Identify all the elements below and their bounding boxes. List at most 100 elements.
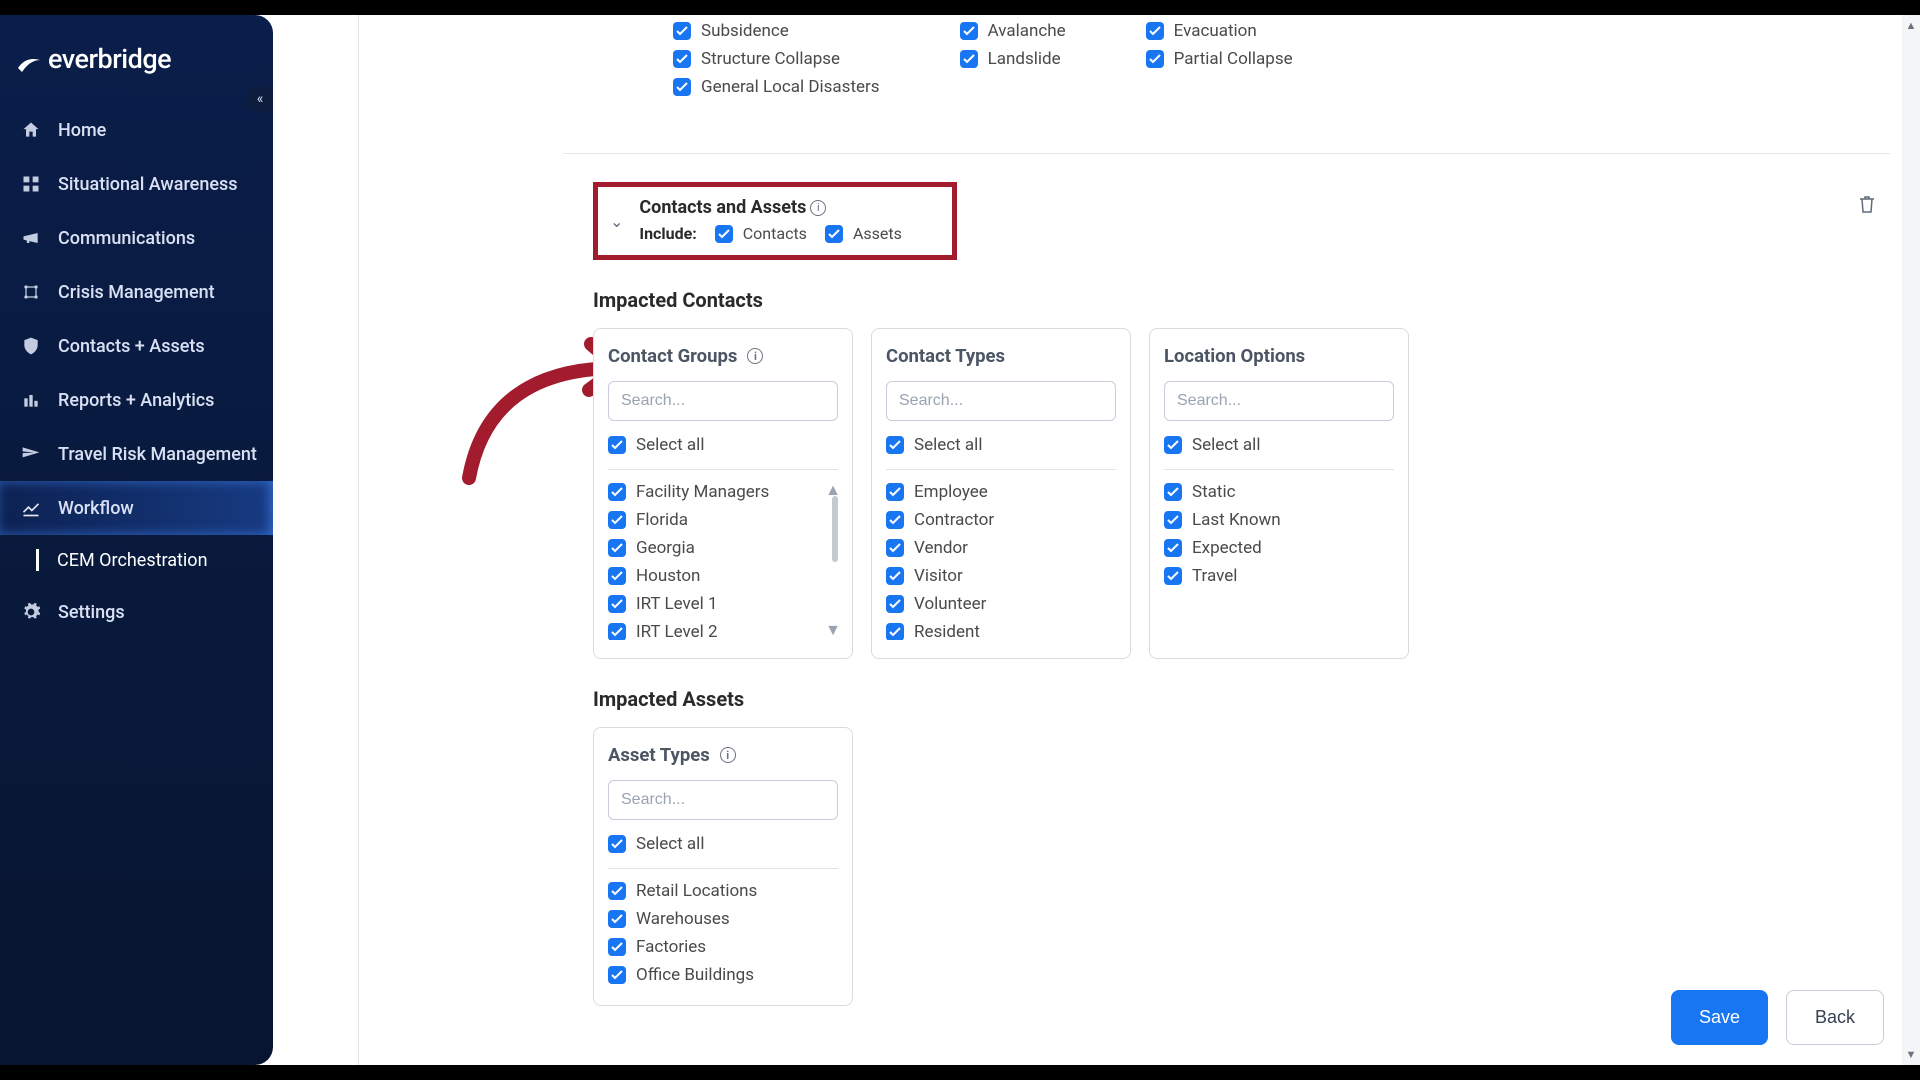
asset-types-search[interactable] bbox=[608, 780, 838, 820]
checkbox-icon bbox=[886, 436, 904, 454]
checkbox-row[interactable]: Avalanche bbox=[960, 19, 1066, 43]
checkbox-row[interactable]: General Local Disasters bbox=[673, 75, 880, 99]
sidebar-item-situational[interactable]: Situational Awareness bbox=[0, 157, 273, 211]
sidebar-item-label: Communications bbox=[58, 228, 195, 249]
info-icon[interactable]: i bbox=[810, 200, 826, 216]
checkbox-row[interactable]: Office Buildings bbox=[608, 963, 838, 987]
contact-groups-search[interactable] bbox=[608, 381, 838, 421]
checkbox-label: Expected bbox=[1192, 538, 1262, 558]
checkbox-icon bbox=[608, 910, 626, 928]
checkbox-label: Evacuation bbox=[1174, 21, 1257, 41]
checkbox-row[interactable]: Volunteer bbox=[886, 592, 1116, 616]
select-all-label: Select all bbox=[636, 435, 704, 455]
select-all-row[interactable]: Select all bbox=[886, 435, 1116, 470]
panel-title: Asset Types bbox=[608, 744, 710, 766]
dashboard-icon bbox=[20, 173, 42, 195]
select-all-row[interactable]: Select all bbox=[608, 834, 838, 869]
include-contacts-checkbox[interactable]: Contacts bbox=[715, 222, 807, 245]
checkbox-label: Static bbox=[1192, 482, 1236, 502]
checkbox-row[interactable]: Resident bbox=[886, 620, 1116, 640]
checkbox-row[interactable]: Contractor bbox=[886, 508, 1116, 532]
checkbox-row[interactable]: Partial Collapse bbox=[1146, 47, 1293, 71]
select-all-row[interactable]: Select all bbox=[608, 435, 838, 470]
checkbox-row[interactable]: Georgia bbox=[608, 536, 818, 560]
checkbox-label: Volunteer bbox=[914, 594, 986, 614]
contacts-assets-section-header[interactable]: ⌄ Contacts and Assets i Include: Contact… bbox=[593, 182, 957, 260]
checkbox-label: Houston bbox=[636, 566, 700, 586]
checkbox-row[interactable]: Visitor bbox=[886, 564, 1116, 588]
collapse-sidebar-button[interactable]: « bbox=[246, 85, 274, 113]
sidebar-item-crisis[interactable]: Crisis Management bbox=[0, 265, 273, 319]
checkbox-icon bbox=[1146, 22, 1164, 40]
checkbox-row[interactable]: IRT Level 1 bbox=[608, 592, 818, 616]
delete-section-button[interactable] bbox=[1858, 194, 1876, 218]
scroll-up-icon: ▲ bbox=[1902, 19, 1920, 32]
info-icon[interactable]: i bbox=[720, 747, 736, 763]
checkbox-row[interactable]: Static bbox=[1164, 480, 1394, 504]
checkbox-icon bbox=[886, 483, 904, 501]
contact-types-search[interactable] bbox=[886, 381, 1116, 421]
include-assets-checkbox[interactable]: Assets bbox=[825, 222, 902, 245]
checkbox-label: Contractor bbox=[914, 510, 994, 530]
checkbox-icon bbox=[886, 567, 904, 585]
checkbox-row[interactable]: Factories bbox=[608, 935, 838, 959]
checkbox-row[interactable]: Houston bbox=[608, 564, 818, 588]
divider bbox=[563, 153, 1890, 154]
save-button[interactable]: Save bbox=[1671, 990, 1768, 1045]
checkbox-icon bbox=[608, 483, 626, 501]
sidebar-item-workflow[interactable]: Workflow bbox=[0, 481, 273, 535]
location-options-search[interactable] bbox=[1164, 381, 1394, 421]
checkbox-row[interactable]: Facility Managers bbox=[608, 480, 818, 504]
checkbox-row[interactable]: Vendor bbox=[886, 536, 1116, 560]
select-all-label: Select all bbox=[636, 834, 704, 854]
sidebar-item-settings[interactable]: Settings bbox=[0, 585, 273, 639]
sidebar-item-label: CEM Orchestration bbox=[57, 550, 208, 571]
sidebar-item-home[interactable]: Home bbox=[0, 103, 273, 157]
scroll-thumb[interactable] bbox=[832, 496, 838, 562]
sidebar-subitem-cem[interactable]: CEM Orchestration bbox=[0, 535, 273, 585]
checkbox-row[interactable]: Employee bbox=[886, 480, 1116, 504]
checkbox-row[interactable]: Florida bbox=[608, 508, 818, 532]
back-button[interactable]: Back bbox=[1786, 990, 1884, 1045]
section-title: Contacts and Assets bbox=[639, 197, 806, 218]
sidebar-item-contacts[interactable]: Contacts + Assets bbox=[0, 319, 273, 373]
contact-types-panel: Contact Types Select all Employee Contra… bbox=[871, 328, 1131, 659]
sidebar-item-label: Travel Risk Management bbox=[58, 444, 257, 465]
checkbox-label: Vendor bbox=[914, 538, 968, 558]
checkbox-row[interactable]: Travel bbox=[1164, 564, 1394, 588]
checkbox-label: Subsidence bbox=[701, 21, 789, 41]
checkbox-icon bbox=[960, 22, 978, 40]
scrollbar[interactable]: ▲ ▼ bbox=[826, 480, 838, 640]
checkbox-label: Factories bbox=[636, 937, 706, 957]
risk-col-2: Avalanche Landslide bbox=[960, 19, 1066, 99]
info-icon[interactable]: i bbox=[747, 348, 763, 364]
panel-title: Contact Groups bbox=[608, 345, 737, 367]
page-scrollbar[interactable]: ▲ ▼ bbox=[1902, 15, 1920, 1065]
checkbox-row[interactable]: Structure Collapse bbox=[673, 47, 880, 71]
sidebar-item-reports[interactable]: Reports + Analytics bbox=[0, 373, 273, 427]
checkbox-row[interactable]: IRT Level 2 bbox=[608, 620, 818, 640]
checkbox-row[interactable]: Subsidence bbox=[673, 19, 880, 43]
checkbox-icon bbox=[608, 567, 626, 585]
sidebar-item-label: Home bbox=[58, 120, 106, 141]
checkbox-label: Travel bbox=[1192, 566, 1237, 586]
checkbox-label: Employee bbox=[914, 482, 988, 502]
panel-title: Location Options bbox=[1164, 345, 1394, 367]
checkbox-icon bbox=[608, 511, 626, 529]
checkbox-label: Avalanche bbox=[988, 21, 1066, 41]
sidebar-item-travel[interactable]: Travel Risk Management bbox=[0, 427, 273, 481]
include-label: Include: bbox=[639, 224, 696, 243]
main-content: Subsidence Structure Collapse General Lo… bbox=[273, 15, 1920, 1065]
risk-type-columns: Subsidence Structure Collapse General Lo… bbox=[563, 15, 1890, 99]
checkbox-row[interactable]: Last Known bbox=[1164, 508, 1394, 532]
checkbox-row[interactable]: Retail Locations bbox=[608, 879, 838, 903]
content-area: Subsidence Structure Collapse General Lo… bbox=[563, 15, 1900, 1065]
sidebar-item-communications[interactable]: Communications bbox=[0, 211, 273, 265]
checkbox-row[interactable]: Warehouses bbox=[608, 907, 838, 931]
select-all-row[interactable]: Select all bbox=[1164, 435, 1394, 470]
chevron-left-icon: « bbox=[257, 91, 264, 107]
gear-icon bbox=[20, 601, 42, 623]
checkbox-row[interactable]: Evacuation bbox=[1146, 19, 1293, 43]
checkbox-row[interactable]: Landslide bbox=[960, 47, 1066, 71]
checkbox-row[interactable]: Expected bbox=[1164, 536, 1394, 560]
